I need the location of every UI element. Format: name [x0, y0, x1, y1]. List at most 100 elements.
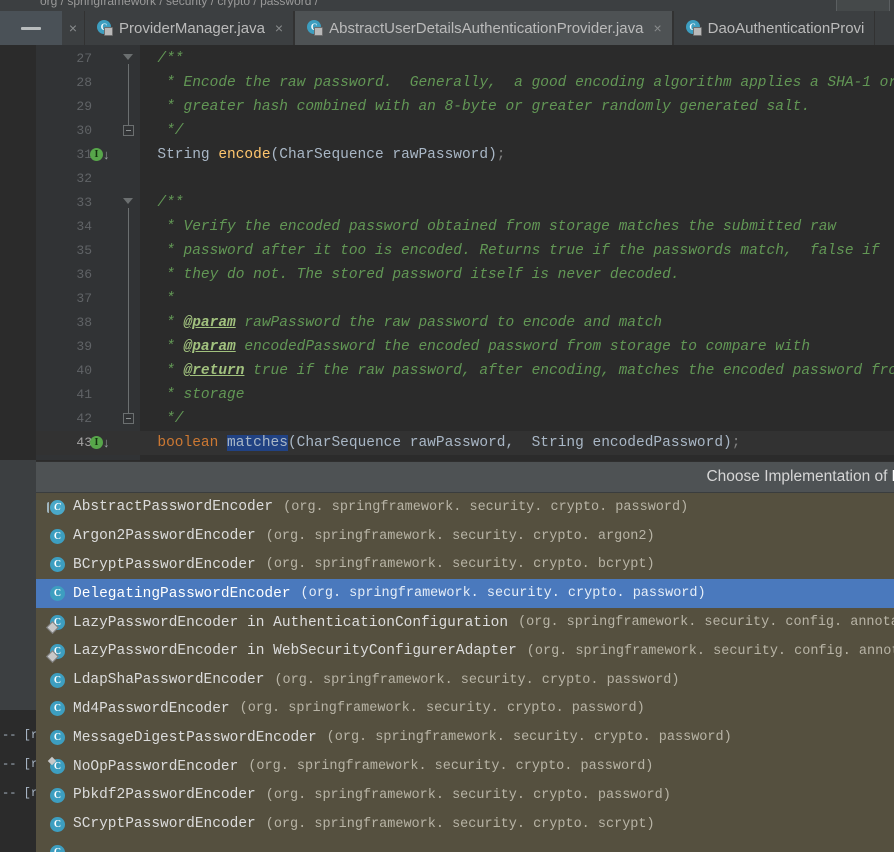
editor-tab-close-icon[interactable]: × — [275, 20, 283, 36]
editor-tab-0[interactable]: C ProviderManager.java × — [84, 11, 295, 45]
code-line[interactable]: * — [140, 287, 175, 311]
fold-collapse-icon[interactable] — [123, 198, 133, 204]
implementation-list-item[interactable]: C BCryptPasswordEncoder (org. springframew… — [36, 551, 894, 580]
class-icon: C — [50, 845, 65, 852]
code-line[interactable]: * @param encodedPassword the encoded pas… — [140, 335, 810, 359]
code-line[interactable]: */ — [140, 407, 183, 431]
implementation-list-item[interactable]: C LazyPasswordEncoder in WebSecurityConfi… — [36, 637, 894, 666]
choose-implementation-popup[interactable]: Choose Implementation of Passw C Abstract… — [36, 461, 894, 852]
code-line[interactable]: */ — [140, 119, 184, 143]
implementation-list-item[interactable]: C LazyPasswordEncoder in AuthenticationCo… — [36, 608, 894, 637]
code-line[interactable]: boolean matches(CharSequence rawPassword… — [140, 431, 740, 455]
code-token: @param — [183, 339, 236, 355]
implementation-class-name: BCryptPasswordEncoder — [73, 556, 256, 573]
implementation-list-item[interactable]: C NoOpPasswordEncoder (org. springframewor… — [36, 752, 894, 781]
code-line[interactable]: String encode(CharSequence rawPassword); — [140, 143, 505, 167]
breadcrumb-path[interactable]: org / springframework / security / crypt… — [40, 0, 318, 8]
implementation-package: (org. springframework. security. crypto.… — [265, 557, 655, 573]
breadcrumb-bar[interactable]: org / springframework / security / crypt… — [0, 0, 894, 11]
implementation-package: (org. springframework. security. crypto.… — [265, 787, 671, 803]
code-token: * Verify the encoded password obtained f… — [166, 219, 837, 235]
fold-region-line — [128, 64, 129, 125]
code-token: (CharSequence rawPassword, String encode… — [287, 435, 732, 451]
code-line[interactable]: * password after it too is encoded. Retu… — [140, 239, 880, 263]
implementation-list-item[interactable]: C LdapShaPasswordEncoder (org. springframe… — [36, 666, 894, 695]
editor-tab-1[interactable]: C AbstractUserDetailsAuthenticationProvi… — [294, 11, 673, 45]
implementing-method-marker[interactable]: I — [90, 148, 103, 161]
code-token: * — [166, 315, 184, 331]
hide-toolwindow-button[interactable] — [0, 11, 62, 45]
fold-marker-icon[interactable] — [123, 125, 134, 136]
nested-class-icon: C — [50, 615, 65, 631]
editor-tab-2[interactable]: C DaoAuthenticationProvi — [672, 11, 876, 45]
editor-tab-label: ProviderManager.java — [119, 19, 265, 37]
implementation-list-item[interactable]: C MessageDigestPasswordEncoder (org. sprin… — [36, 723, 894, 752]
code-token: * greater hash combined with an 8-byte o… — [166, 99, 811, 115]
breadcrumb-search-box[interactable] — [836, 0, 890, 11]
implementation-list-item[interactable]: C SCryptPasswordEncoder (org. springframew… — [36, 810, 894, 839]
code-text-area[interactable]: /** * Encode the raw password. Generally… — [140, 45, 894, 460]
console-line: -- [r — [2, 728, 39, 742]
code-line[interactable]: * Verify the encoded password obtained f… — [140, 215, 836, 239]
editor-tab-label: AbstractUserDetailsAuthenticationProvide… — [329, 19, 644, 37]
code-line[interactable]: /** — [140, 47, 183, 71]
fold-marker-icon[interactable] — [123, 413, 134, 424]
implementation-package: (org. springframework. security. crypto.… — [283, 499, 689, 515]
code-line[interactable]: /** — [140, 191, 183, 215]
deprecated-class-icon: C — [50, 759, 65, 775]
implementation-class-name: SCryptPasswordEncoder — [73, 816, 256, 833]
implementation-list-item[interactable]: C — [36, 839, 894, 852]
code-line[interactable]: * @return true if the raw password, afte… — [140, 359, 894, 383]
implementation-list-item[interactable]: C AbstractPasswordEncoder (org. springfram… — [36, 493, 894, 522]
implementation-package: (org. springframework. security. config.… — [526, 643, 894, 659]
code-token: (CharSequence rawPassword) — [270, 147, 497, 163]
implementation-list-item[interactable]: C Md4PasswordEncoder (org. springframework… — [36, 695, 894, 724]
line-number: 40 — [76, 363, 92, 378]
implementation-list-item[interactable]: C Argon2PasswordEncoder (org. springframew… — [36, 522, 894, 551]
code-token: * Encode the raw password. Generally, a … — [166, 75, 894, 91]
line-number: 30 — [76, 123, 92, 138]
line-number: 39 — [76, 339, 92, 354]
code-token: * password after it too is encoded. Retu… — [166, 243, 880, 259]
line-number: 31 — [76, 147, 92, 162]
code-line[interactable]: * they do not. The stored password itsel… — [140, 263, 680, 287]
implementation-class-name: Md4PasswordEncoder — [73, 700, 230, 717]
implementation-list-item[interactable]: C DelegatingPasswordEncoder (org. springfr… — [36, 579, 894, 609]
code-token: true if the raw password, after encoding… — [244, 363, 894, 379]
implementing-method-marker[interactable]: I — [90, 436, 103, 449]
implementation-class-name: LdapShaPasswordEncoder — [73, 672, 265, 689]
implementation-list-item[interactable]: C Pbkdf2PasswordEncoder (org. springframew… — [36, 781, 894, 810]
implementation-class-name: MessageDigestPasswordEncoder — [73, 729, 317, 746]
code-token: @param — [183, 315, 236, 331]
code-token: * they do not. The stored password itsel… — [166, 267, 680, 283]
code-editor[interactable]: 27 28 29 30 31 32 33 34 35 36 37 38 39 40 41 42 43 I ↓ I ↓ … — [0, 45, 894, 460]
code-token: encode — [218, 147, 271, 163]
implementation-package: (org. springframework. security. crypto.… — [248, 759, 654, 775]
class-icon: C — [50, 586, 65, 602]
code-folding-column[interactable] — [118, 45, 140, 460]
line-number: 34 — [76, 219, 92, 234]
implementation-list[interactable]: C AbstractPasswordEncoder (org. springfram… — [36, 493, 894, 852]
code-line[interactable]: * storage — [140, 383, 244, 407]
code-line[interactable]: * @param rawPassword the raw password to… — [140, 311, 662, 335]
code-line[interactable]: * greater hash combined with an 8-byte o… — [140, 95, 810, 119]
abstract-class-icon: C — [47, 499, 65, 515]
class-icon: C — [50, 672, 65, 688]
fold-collapse-icon[interactable] — [123, 54, 133, 60]
editor-tab-label: DaoAuthenticationProvi — [707, 19, 865, 37]
java-class-icon: C — [307, 20, 324, 36]
code-token: */ — [166, 123, 184, 139]
code-line[interactable]: * Encode the raw password. Generally, a … — [140, 71, 894, 95]
editor-tab-close-icon[interactable]: × — [653, 20, 661, 36]
toolwindow-close-button[interactable]: × — [62, 11, 84, 45]
